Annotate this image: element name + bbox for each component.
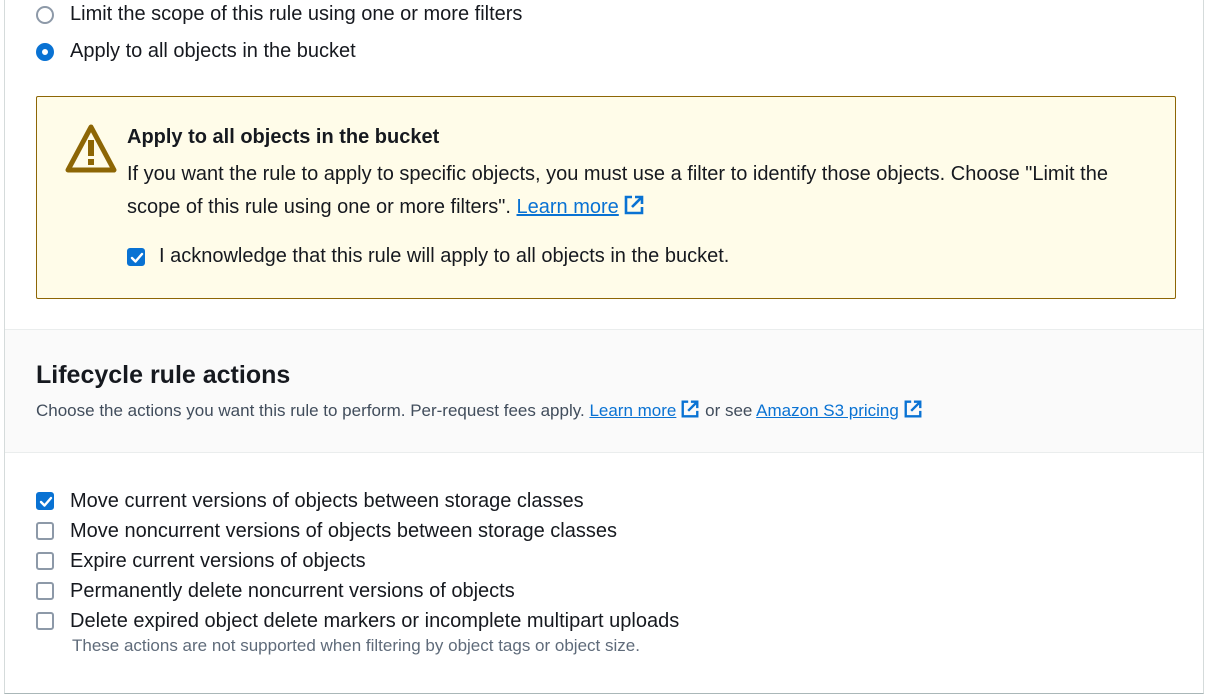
action-move-current-label: Move current versions of objects between… [70, 489, 584, 512]
checkmark-icon [130, 252, 144, 263]
external-link-icon[interactable] [623, 194, 645, 216]
warning-triangle-icon [65, 124, 117, 173]
action-move-noncurrent-label: Move noncurrent versions of objects betw… [70, 519, 617, 542]
lifecycle-actions-list: Move current versions of objects between… [36, 486, 679, 656]
section-title: Lifecycle rule actions [36, 361, 291, 389]
action-move-noncurrent[interactable]: Move noncurrent versions of objects betw… [36, 516, 679, 546]
warning-title: Apply to all objects in the bucket [127, 126, 440, 148]
acknowledge-label: I acknowledge that this rule will apply … [159, 245, 730, 267]
s3-pricing-link[interactable]: Amazon S3 pricing [756, 401, 899, 420]
checkmark-icon [39, 496, 53, 507]
warning-body: If you want the rule to apply to specifi… [127, 158, 1137, 224]
action-move-noncurrent-checkbox[interactable] [36, 522, 54, 540]
section-description-text: Choose the actions you want this rule to… [36, 401, 585, 420]
radio-apply-all[interactable]: Apply to all objects in the bucket [36, 40, 356, 63]
radio-limit-scope-control[interactable] [36, 5, 54, 24]
action-delete-expired-markers-label: Delete expired object delete markers or … [70, 609, 680, 632]
external-link-icon[interactable] [903, 399, 923, 419]
action-delete-noncurrent-label: Permanently delete noncurrent versions o… [70, 579, 515, 602]
acknowledge-checkbox[interactable] [127, 247, 145, 266]
action-delete-noncurrent-checkbox[interactable] [36, 582, 54, 600]
radio-apply-all-control[interactable] [36, 42, 54, 61]
section-description: Choose the actions you want this rule to… [36, 399, 923, 421]
action-expire-current[interactable]: Expire current versions of objects [36, 546, 679, 576]
action-delete-noncurrent[interactable]: Permanently delete noncurrent versions o… [36, 576, 679, 606]
action-move-current[interactable]: Move current versions of objects between… [36, 486, 679, 516]
warning-learn-more-label: Learn more [516, 196, 619, 218]
action-delete-expired-markers-checkbox[interactable] [36, 612, 54, 630]
or-see-text: or see [705, 401, 753, 420]
acknowledge-checkbox-row[interactable]: I acknowledge that this rule will apply … [127, 245, 729, 268]
warning-alert: Apply to all objects in the bucket If yo… [36, 96, 1176, 299]
radio-apply-all-label: Apply to all objects in the bucket [70, 40, 356, 62]
actions-hint-text: These actions are not supported when fil… [72, 636, 640, 655]
lifecycle-learn-more-label: Learn more [589, 401, 677, 420]
action-move-current-checkbox[interactable] [36, 492, 54, 510]
action-delete-expired-markers[interactable]: Delete expired object delete markers or … [36, 606, 679, 636]
action-expire-current-label: Expire current versions of objects [70, 549, 366, 572]
radio-limit-scope[interactable]: Limit the scope of this rule using one o… [36, 3, 522, 26]
lifecycle-rule-panel: Limit the scope of this rule using one o… [4, 0, 1204, 694]
warning-learn-more-link[interactable]: Learn more [517, 196, 619, 218]
lifecycle-actions-header: Lifecycle rule actions Choose the action… [5, 329, 1203, 453]
lifecycle-learn-more-link[interactable]: Learn more [589, 401, 676, 420]
s3-pricing-label: Amazon S3 pricing [756, 401, 899, 420]
radio-limit-scope-label: Limit the scope of this rule using one o… [70, 3, 523, 25]
external-link-icon[interactable] [680, 399, 700, 419]
action-expire-current-checkbox[interactable] [36, 552, 54, 570]
